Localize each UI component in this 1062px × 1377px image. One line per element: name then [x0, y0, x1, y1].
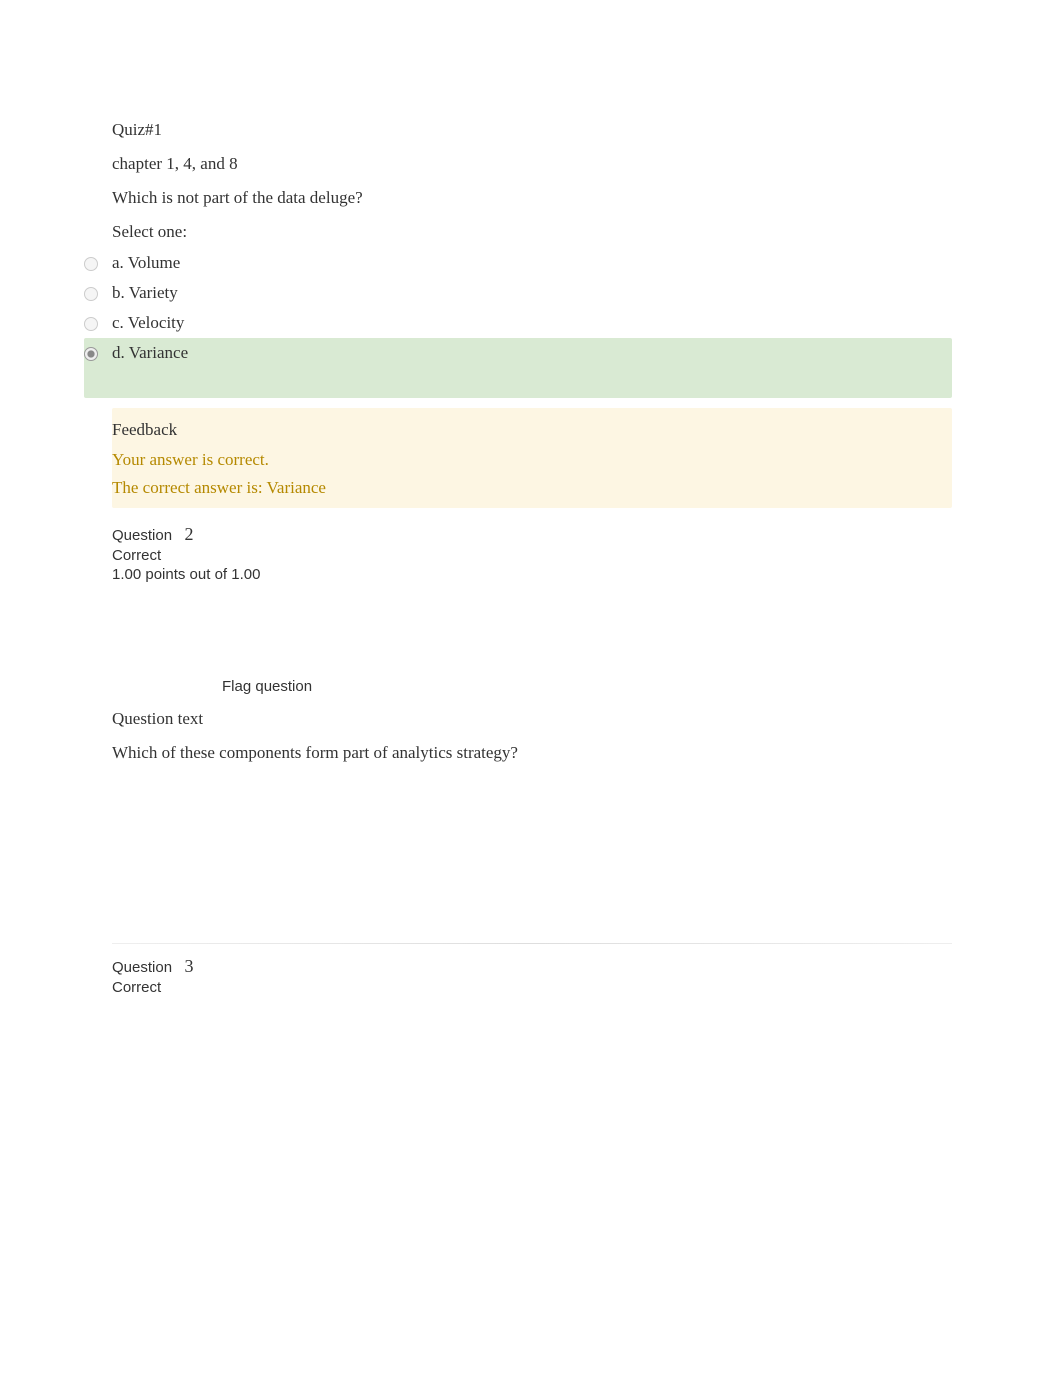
q1-option-c[interactable]: c. Velocity: [84, 308, 842, 338]
option-text: c. Velocity: [112, 313, 184, 333]
question-label: Question: [112, 959, 172, 976]
flag-question-link[interactable]: Flag question: [222, 678, 842, 695]
q2-prompt: Which of these components form part of a…: [112, 743, 842, 763]
question-status: Correct: [112, 547, 842, 564]
option-text: b. Variety: [112, 283, 178, 303]
option-text: d. Variance: [112, 343, 188, 363]
feedback-answer-msg: The correct answer is: Variance: [112, 478, 952, 498]
q1-prompt: Which is not part of the data deluge?: [112, 188, 842, 208]
question-label: Question: [112, 527, 172, 544]
divider: [112, 943, 952, 944]
question-points: 1.00 points out of 1.00: [112, 566, 842, 583]
quiz-subtitle: chapter 1, 4, and 8: [112, 154, 842, 174]
feedback-title: Feedback: [112, 420, 952, 440]
question-number: 3: [185, 956, 194, 976]
radio-icon[interactable]: [84, 257, 98, 271]
radio-icon-checked[interactable]: [84, 347, 98, 361]
radio-icon[interactable]: [84, 287, 98, 301]
q3-meta: Question 3 Correct: [112, 956, 842, 996]
radio-icon[interactable]: [84, 317, 98, 331]
q1-feedback: Feedback Your answer is correct. The cor…: [112, 408, 952, 508]
question-status: Correct: [112, 979, 842, 996]
question-number: 2: [185, 524, 194, 544]
q2-meta: Question 2 Correct 1.00 points out of 1.…: [112, 524, 842, 583]
q2-text-label: Question text: [112, 709, 842, 729]
quiz-title: Quiz#1: [112, 120, 842, 140]
q1-select-label: Select one:: [112, 222, 842, 242]
q1-option-d-correct[interactable]: d. Variance: [84, 338, 952, 398]
option-text: a. Volume: [112, 253, 180, 273]
q1-option-b[interactable]: b. Variety: [84, 278, 842, 308]
feedback-correct-msg: Your answer is correct.: [112, 450, 952, 470]
q1-option-a[interactable]: a. Volume: [84, 248, 842, 278]
